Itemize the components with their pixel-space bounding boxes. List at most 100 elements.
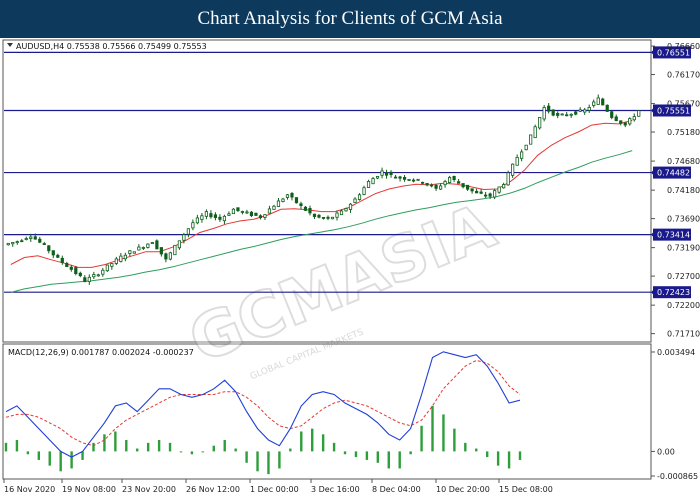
level-label: 0.73414 (657, 231, 690, 240)
candle-body (249, 211, 254, 217)
macd-histogram-bar (256, 451, 259, 472)
price-tick-label: 0.71710 (667, 330, 700, 339)
candle-body (137, 246, 141, 251)
candle-body (258, 215, 263, 219)
candle-body (96, 274, 100, 277)
macd-histogram-bar (26, 451, 30, 455)
candle-body (637, 110, 641, 117)
macd-histogram-bar (496, 451, 500, 466)
candle-body (447, 176, 452, 183)
candle-body (520, 151, 524, 159)
candle-body (236, 207, 240, 212)
candle-body (227, 213, 231, 216)
candle-body (105, 264, 109, 272)
macd-histogram-bar (267, 451, 270, 475)
candle-body (339, 210, 344, 216)
macd-histogram-bar (70, 451, 73, 469)
candle-body (443, 181, 447, 186)
macd-histogram-bar (59, 451, 62, 472)
candle-body (29, 236, 33, 239)
macd-histogram-bar (365, 451, 369, 460)
candle-body (254, 212, 258, 216)
candle-body (119, 255, 123, 262)
macd-histogram-bar (146, 442, 150, 452)
candle-body (628, 118, 632, 125)
macd-histogram-bar (420, 425, 423, 452)
candle-body (191, 222, 195, 229)
time-tick-label: 8 Dec 04:00 (372, 485, 421, 494)
candle-body (556, 113, 560, 116)
macd-histogram-bar (442, 414, 445, 452)
candle-body (438, 185, 443, 190)
candle-body (308, 208, 312, 214)
price-tick-label: 0.75180 (667, 128, 700, 137)
macd-histogram-bar (168, 442, 172, 452)
macd-histogram-bar (157, 440, 161, 452)
candle-body (159, 247, 163, 255)
candle-body (623, 122, 627, 126)
candle-body (605, 104, 609, 112)
time-tick-label: 15 Dec 08:00 (499, 485, 553, 494)
candle-body (578, 109, 582, 112)
candle-body (168, 252, 172, 260)
macd-histogram-bar (409, 451, 412, 455)
macd-histogram-bar (475, 448, 478, 452)
candle-body (366, 181, 371, 188)
candle-body (475, 190, 479, 194)
candle-body (326, 216, 330, 219)
candle-body (524, 144, 528, 151)
candle-body (186, 228, 190, 235)
candle-body (479, 191, 483, 194)
price-tick-label: 0.74180 (667, 186, 700, 195)
candle-body (132, 251, 136, 254)
candle-body (515, 156, 519, 166)
macd-histogram-bar (4, 442, 8, 452)
candle-body (87, 276, 91, 282)
candle-body (452, 175, 456, 180)
candle-body (69, 266, 73, 270)
macd-histogram-bar (190, 451, 194, 455)
macd-histogram-bar (103, 434, 106, 452)
candle-body (429, 184, 434, 187)
candle-body (574, 111, 578, 115)
candle-body (457, 181, 461, 184)
macd-histogram-bar (387, 451, 390, 469)
candle-body (38, 238, 42, 243)
time-tick-label: 23 Nov 20:00 (122, 485, 176, 494)
time-tick-label: 3 Dec 16:00 (311, 485, 360, 494)
candle-body (24, 238, 28, 240)
macd-histogram-bar (125, 440, 128, 452)
candle-body (493, 190, 497, 198)
candle-body (6, 242, 10, 246)
candle-body (583, 109, 587, 113)
candle-body (51, 250, 55, 256)
time-tick-label: 26 Nov 12:00 (186, 485, 240, 494)
candle-body (434, 184, 438, 189)
candle-body (123, 254, 127, 260)
candle-body (317, 214, 321, 218)
price-tick-label: 0.76170 (667, 71, 700, 80)
time-tick-label: 10 Dec 20:00 (436, 485, 490, 494)
candle-body (542, 107, 546, 120)
macd-panel-frame (2, 343, 652, 480)
candle-body (502, 184, 506, 189)
macd-histogram-bar (81, 451, 84, 460)
candle-body (240, 211, 245, 213)
candle-body (569, 113, 573, 116)
candle-body (285, 194, 290, 198)
macd-histogram-bar (464, 442, 467, 452)
candle-body (263, 214, 267, 218)
candle-body (92, 274, 96, 278)
candle-body (348, 203, 353, 210)
candle-body (389, 171, 393, 175)
candle-body (538, 117, 542, 129)
candle-body (155, 240, 159, 250)
macd-histogram-bar (431, 405, 434, 452)
macd-histogram-bar (278, 451, 281, 469)
macd-histogram-bar (223, 440, 226, 452)
price-tick-label: 0.75670 (667, 100, 700, 109)
macd-histogram-bar (245, 451, 248, 463)
price-tick-label: 0.74680 (667, 157, 700, 166)
candle-body (218, 216, 222, 220)
macd-histogram-bar (376, 451, 380, 463)
